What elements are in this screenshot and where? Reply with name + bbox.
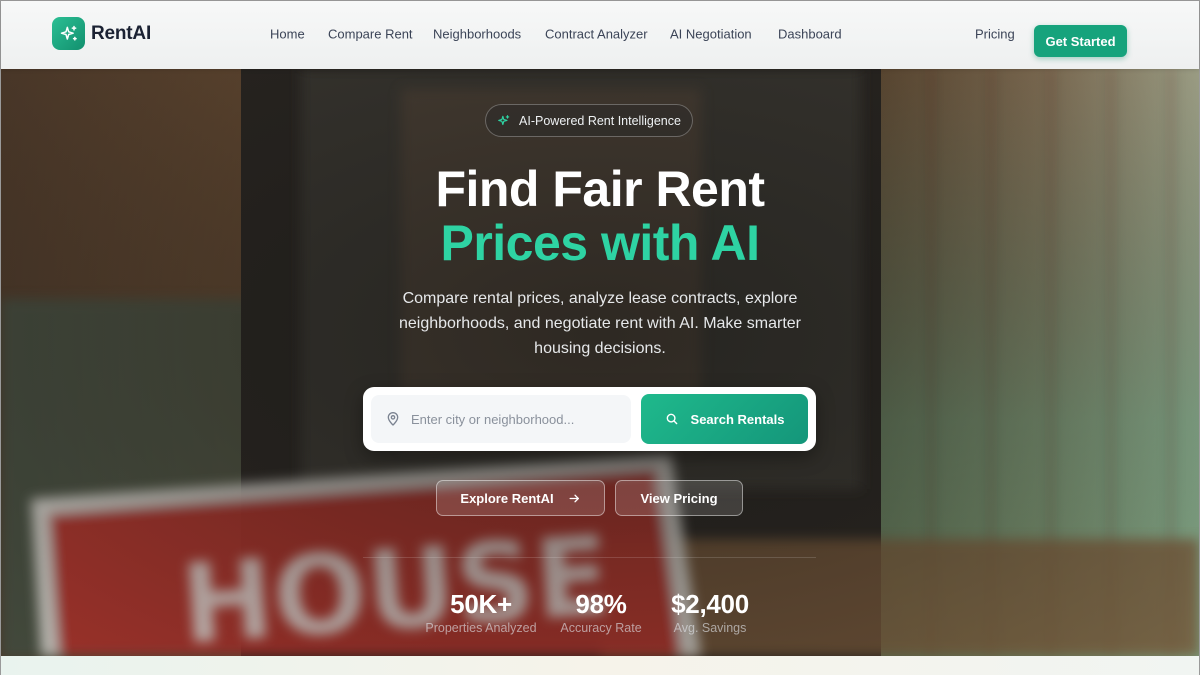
- hero-section: HOUSE AI-Powered Rent Intelligence Find …: [1, 69, 1199, 656]
- view-pricing-button[interactable]: View Pricing: [615, 480, 743, 516]
- next-section-edge: [1, 656, 1199, 675]
- hero-overlay: [1, 69, 1199, 656]
- stat-label: Accuracy Rate: [560, 621, 642, 635]
- stat-value: 50K+: [450, 589, 512, 619]
- search-icon: [666, 413, 677, 425]
- hero-subtitle: Compare rental prices, analyze lease con…: [398, 290, 801, 357]
- nav-link-dashboard[interactable]: Dashboard: [778, 27, 842, 42]
- nav-link-contract-analyzer[interactable]: Contract Analyzer: [545, 27, 648, 42]
- ai-badge-label: AI-Powered Rent Intelligence: [519, 113, 681, 128]
- explore-rentai-label: Explore RentAI: [460, 490, 554, 506]
- search-rentals-button[interactable]: Search Rentals: [641, 394, 808, 444]
- map-pin-icon: [387, 412, 399, 426]
- stat-label: Properties Analyzed: [425, 621, 537, 635]
- hero-headline-line2: Prices with AI: [440, 215, 760, 271]
- ai-badge: AI-Powered Rent Intelligence: [485, 104, 693, 137]
- stat-accuracy: 98% Accuracy Rate: [556, 589, 646, 635]
- stats-divider: [363, 557, 816, 558]
- nav-links: Home Compare Rent Neighborhoods Contract…: [1, 27, 1199, 50]
- stat-label: Avg. Savings: [673, 621, 747, 635]
- location-search-input[interactable]: [411, 411, 621, 427]
- nav-link-ai-negotiation[interactable]: AI Negotiation: [670, 27, 752, 42]
- search-rentals-label: Search Rentals: [690, 411, 785, 427]
- nav-link-home[interactable]: Home: [270, 27, 305, 42]
- stat-value: $2,400: [671, 589, 749, 619]
- search-bar: Search Rentals: [363, 387, 816, 451]
- get-started-button[interactable]: Get Started: [1034, 25, 1127, 57]
- nav-link-neighborhoods[interactable]: Neighborhoods: [433, 27, 521, 42]
- arrow-right-icon: [569, 494, 579, 502]
- sparkles-icon: [498, 114, 510, 125]
- hero-headline-line1: Find Fair Rent: [435, 161, 765, 217]
- explore-rentai-button[interactable]: Explore RentAI: [436, 480, 605, 516]
- location-search-field[interactable]: [371, 395, 631, 443]
- nav-link-compare-rent[interactable]: Compare Rent: [328, 27, 413, 42]
- stat-savings: $2,400 Avg. Savings: [663, 589, 757, 635]
- nav-link-pricing[interactable]: Pricing: [975, 27, 1015, 42]
- top-navbar: RentAI Home Compare Rent Neighborhoods C…: [1, 1, 1199, 69]
- stat-properties: 50K+ Properties Analyzed: [421, 589, 541, 635]
- stat-value: 98%: [575, 589, 627, 619]
